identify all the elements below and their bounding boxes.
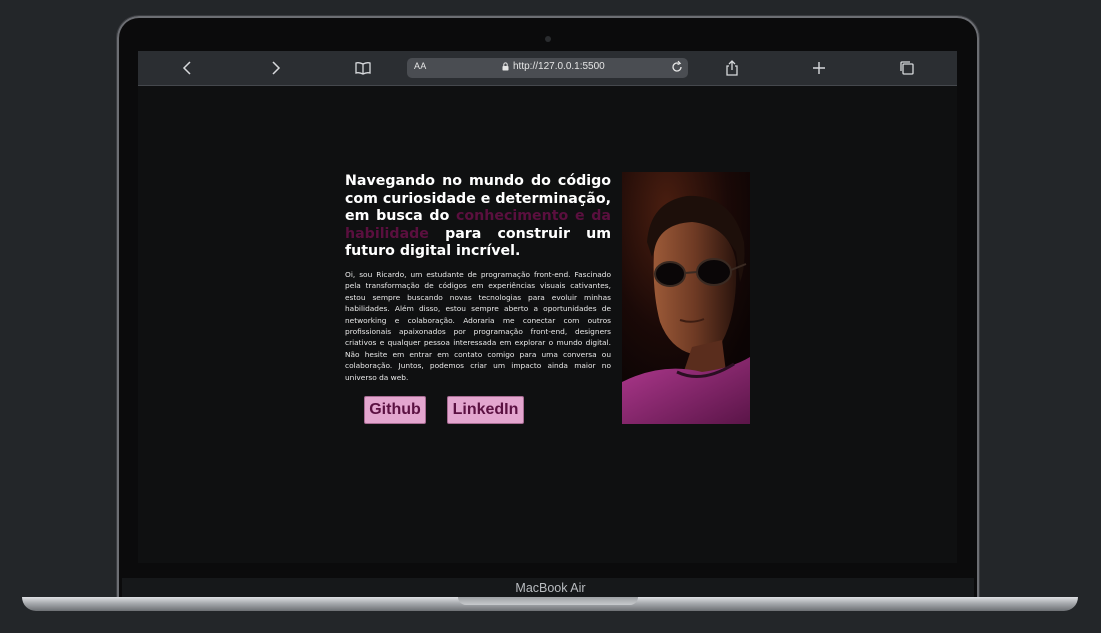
url-display[interactable]: http://127.0.0.1:5500 [502,61,605,72]
hero-headline: Navegando no mundo do código com curiosi… [345,173,611,261]
share-icon[interactable] [723,59,741,77]
bio-paragraph: Oi, sou Ricardo, um estudante de program… [345,270,611,382]
github-button[interactable]: Github [364,396,426,424]
tabs-icon[interactable] [898,59,916,77]
browser-toolbar: AA http://127.0.0.1:5500 [138,51,957,86]
page-content: Navegando no mundo do código com curiosi… [138,86,957,563]
linkedin-button[interactable]: LinkedIn [447,396,524,424]
camera-dot [545,36,551,42]
address-bar[interactable]: AA http://127.0.0.1:5500 [407,58,688,78]
new-tab-icon[interactable] [810,59,828,77]
browser-window: AA http://127.0.0.1:5500 Navegando no mu… [138,51,957,563]
reload-icon[interactable] [670,60,684,74]
reader-toggle[interactable]: AA [414,61,426,71]
forward-icon[interactable] [266,59,284,77]
lock-icon [502,62,509,71]
back-icon[interactable] [179,59,197,77]
laptop-hinge-notch [458,597,638,605]
bookmarks-icon[interactable] [354,59,372,77]
url-text: http://127.0.0.1:5500 [513,61,605,72]
profile-photo [622,172,750,424]
device-label: MacBook Air [515,581,586,595]
